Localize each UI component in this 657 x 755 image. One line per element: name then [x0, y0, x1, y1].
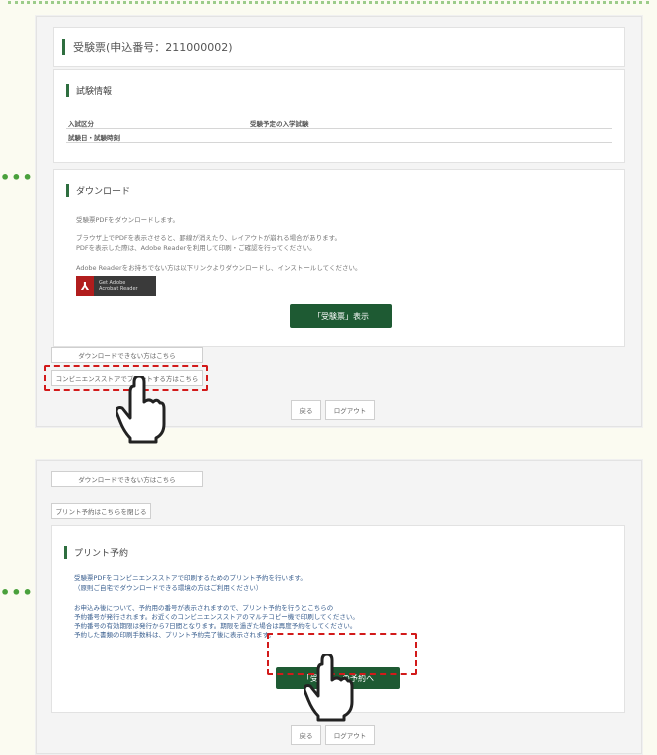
print-text-6: 予約した書類の印刷手数料は、プリント予約完了後に表示されます。 — [74, 631, 275, 639]
divider — [66, 128, 612, 129]
exam-info-heading: 試験情報 — [66, 84, 112, 97]
close-print-reservation-link[interactable]: プリント予約はこちらを閉じる — [51, 503, 151, 519]
download-text-3: PDFを表示した際は、Adobe Readerを利用して印刷・ご確認を行ってくだ… — [76, 244, 316, 252]
divider — [66, 142, 612, 143]
print-text-2: （原則ご自宅でダウンロードできる環境の方はご利用ください） — [74, 584, 263, 592]
show-receipt-button[interactable]: 「受験票」表示 — [290, 304, 392, 328]
adobe-reader-link[interactable]: ⅄ Get Adobe Acrobat Reader — [76, 276, 156, 296]
back-button[interactable]: 戻る — [291, 400, 321, 420]
step-indicator-dots-2: ••• — [0, 583, 34, 602]
print-text-1: 受験票PDFをコンビニエンスストアで印刷するためのプリント予約を行います。 — [74, 574, 307, 582]
step-indicator-dots: ••• — [0, 168, 34, 187]
download-text-1: 受験票PDFをダウンロードします。 — [76, 216, 180, 224]
download-panel: ダウンロード 受験票PDFをダウンロードします。 ブラウザ上でPDFを表示させる… — [53, 169, 625, 347]
download-text-2: ブラウザ上でPDFを表示させると、罫線が消えたり、レイアウトが崩れる場合がありま… — [76, 234, 341, 242]
back-button-2[interactable]: 戻る — [291, 725, 321, 745]
exam-date-label: 試験日・試験時刻 — [68, 134, 120, 142]
print-reservation-heading: プリント予約 — [64, 546, 128, 559]
top-dotted-border — [8, 1, 649, 4]
page-title-bar: 受験票(申込番号：211000002) — [53, 27, 625, 67]
planned-exam-label: 受験予定の入学試験 — [250, 120, 309, 128]
logout-button[interactable]: ログアウト — [325, 400, 375, 420]
cannot-download-link-2[interactable]: ダウンロードできない方はこちら — [51, 471, 203, 487]
pointing-hand-icon — [116, 376, 166, 444]
exam-info-panel: 試験情報 入試区分 受験予定の入学試験 試験日・試験時刻 — [53, 69, 625, 163]
title-accent — [62, 39, 65, 55]
page-title: 受験票(申込番号：211000002) — [73, 41, 233, 54]
download-heading: ダウンロード — [66, 184, 130, 197]
cannot-download-link[interactable]: ダウンロードできない方はこちら — [51, 347, 203, 363]
adobe-text-2: Acrobat Reader — [99, 286, 138, 292]
download-text-4: Adobe Readerをお持ちでない方は以下リンクよりダウンロードし、インスト… — [76, 264, 362, 272]
adobe-reader-icon: ⅄ — [76, 276, 94, 296]
logout-button-2[interactable]: ログアウト — [325, 725, 375, 745]
exam-type-label: 入試区分 — [68, 120, 94, 128]
pointing-hand-icon-2 — [304, 654, 354, 722]
